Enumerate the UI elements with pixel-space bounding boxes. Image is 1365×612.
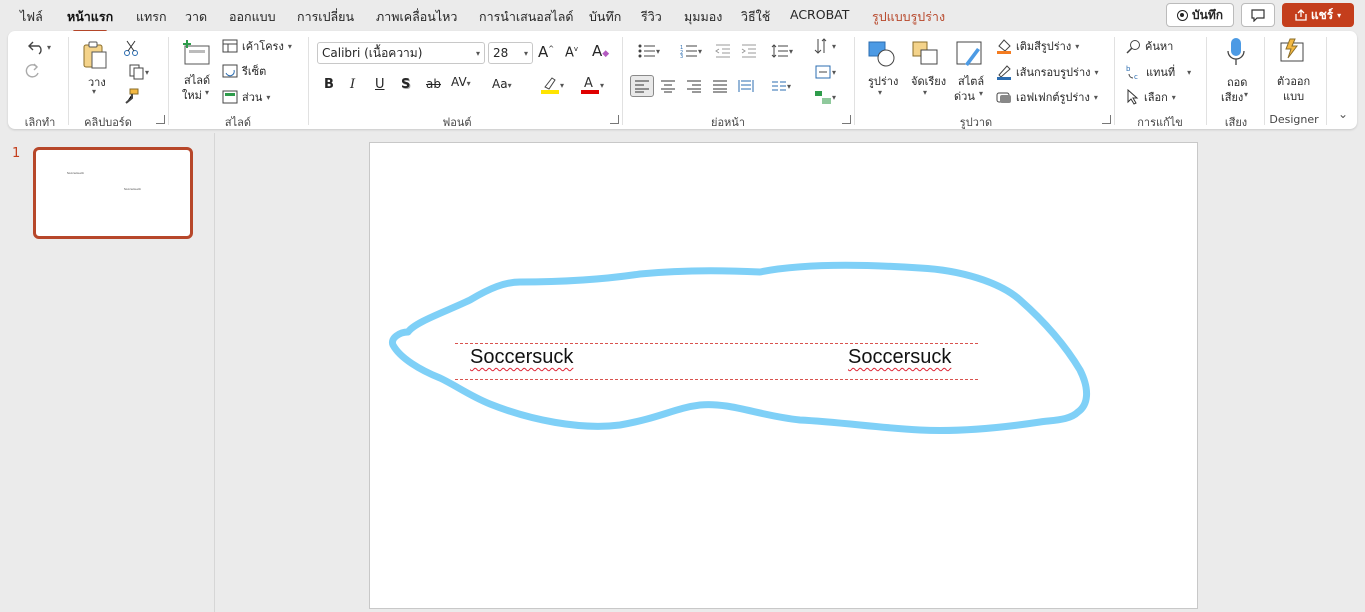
text-box-top-border (455, 343, 978, 344)
ink-drawing[interactable] (0, 0, 1365, 612)
slide-text-right[interactable]: Soccersuck (848, 346, 951, 369)
slide-text-left[interactable]: Soccersuck (470, 346, 573, 369)
text-box-bottom-border (455, 379, 978, 380)
